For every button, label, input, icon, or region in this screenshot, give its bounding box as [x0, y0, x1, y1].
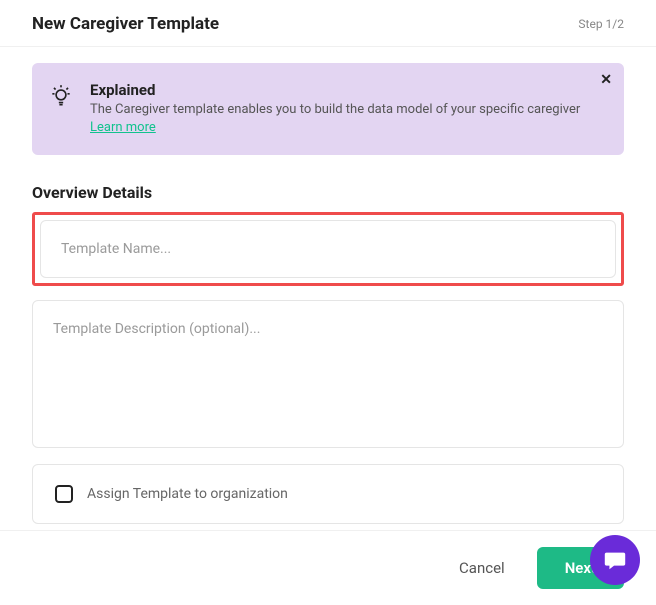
assign-org-label: Assign Template to organization — [87, 486, 288, 502]
info-description: The Caregiver template enables you to bu… — [90, 101, 584, 137]
step-indicator: Step 1/2 — [578, 17, 624, 31]
chat-icon — [602, 547, 628, 573]
page-title: New Caregiver Template — [32, 14, 219, 34]
section-title: Overview Details — [32, 183, 624, 202]
lightbulb-icon — [48, 81, 74, 137]
assign-org-checkbox[interactable] — [55, 485, 73, 503]
footer: Cancel Next — [0, 530, 656, 605]
template-description-input[interactable] — [32, 300, 624, 448]
learn-more-link[interactable]: Learn more — [90, 120, 156, 135]
template-name-input[interactable] — [41, 221, 615, 277]
chat-fab[interactable] — [590, 535, 640, 585]
info-banner: Explained The Caregiver template enables… — [32, 63, 624, 155]
close-icon[interactable]: ✕ — [596, 69, 616, 91]
assign-org-row: Assign Template to organization — [32, 464, 624, 524]
name-field-highlight — [32, 212, 624, 286]
info-title: Explained — [90, 81, 584, 99]
cancel-button[interactable]: Cancel — [447, 549, 517, 587]
